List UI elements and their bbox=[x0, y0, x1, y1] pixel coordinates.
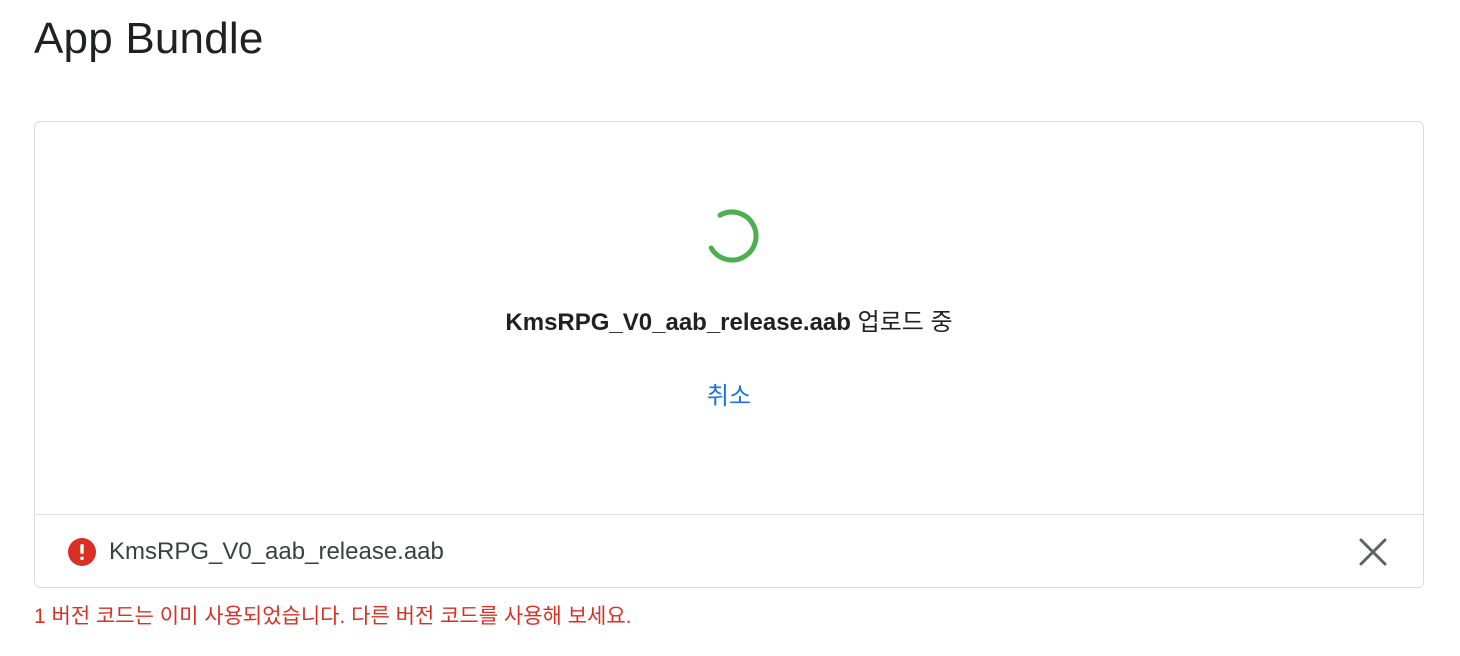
close-icon bbox=[1359, 538, 1387, 565]
upload-area: KmsRPG_V0_aab_release.aab 업로드 중 취소 bbox=[35, 122, 1423, 515]
file-name: KmsRPG_V0_aab_release.aab bbox=[109, 537, 444, 565]
loading-spinner-icon bbox=[705, 209, 759, 263]
error-message: 1 버전 코드는 이미 사용되었습니다. 다른 버전 코드를 사용해 보세요. bbox=[34, 605, 632, 628]
upload-status: KmsRPG_V0_aab_release.aab 업로드 중 bbox=[35, 302, 1423, 337]
remove-file-button[interactable] bbox=[1355, 534, 1391, 570]
upload-card: KmsRPG_V0_aab_release.aab 업로드 중 취소 KmsRP… bbox=[34, 121, 1424, 588]
file-row: KmsRPG_V0_aab_release.aab bbox=[35, 515, 1423, 588]
error-icon bbox=[68, 537, 96, 566]
upload-filename: KmsRPG_V0_aab_release.aab bbox=[505, 309, 851, 336]
page-title: App Bundle bbox=[34, 14, 264, 63]
cancel-upload-button[interactable]: 취소 bbox=[35, 376, 1423, 411]
upload-status-text: 업로드 중 bbox=[850, 309, 953, 336]
